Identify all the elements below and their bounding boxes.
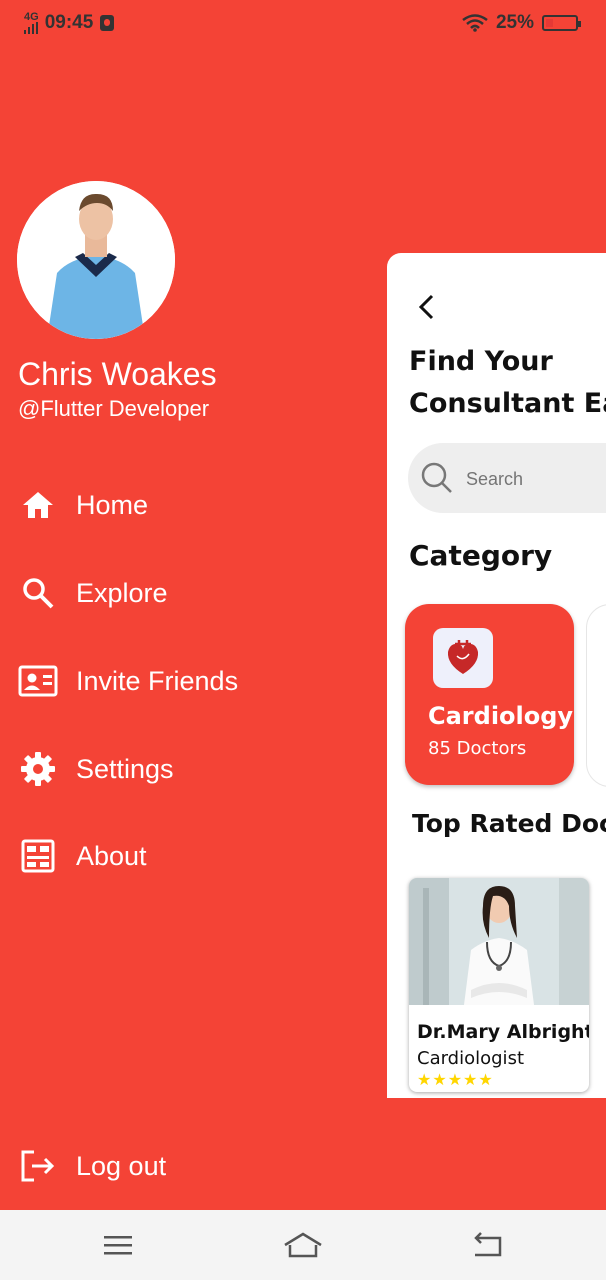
chevron-left-icon — [418, 294, 434, 320]
heart-icon — [433, 628, 493, 688]
avatar[interactable] — [17, 181, 175, 339]
search-bar[interactable] — [408, 443, 606, 513]
doctor-photo — [409, 878, 589, 1005]
main-screen-preview[interactable]: Find Your Consultant Eas Category Cardio… — [387, 253, 606, 1098]
profile-name: Chris Woakes — [18, 356, 217, 392]
drawer-item-label: Explore — [76, 577, 168, 608]
doctor-name: Dr.Mary Albright — [417, 1021, 589, 1043]
profile-handle: @Flutter Developer — [18, 396, 210, 421]
category-card-cardiology[interactable]: Cardiology 85 Doctors — [405, 604, 574, 785]
page-title-line-1: Find Your — [409, 346, 553, 377]
home-icon — [18, 485, 58, 525]
signal-bars-icon — [24, 21, 38, 34]
doctor-card[interactable]: Dr.Mary Albright Cardiologist ★★★★★ — [409, 878, 589, 1092]
logout-button[interactable]: Log out — [18, 1142, 166, 1190]
battery-fill — [546, 19, 553, 27]
search-icon — [420, 461, 454, 499]
category-card[interactable] — [586, 604, 606, 787]
category-label: Cardiology — [428, 702, 574, 730]
battery-icon — [542, 15, 581, 31]
doctor-specialty: Cardiologist — [417, 1048, 524, 1069]
search-icon — [18, 573, 58, 613]
wifi-icon — [462, 14, 488, 32]
back-nav-button[interactable] — [467, 1230, 507, 1260]
drawer-item-label: Settings — [76, 753, 174, 784]
page-title: Find Your Consultant Eas — [409, 341, 606, 425]
recent-apps-button[interactable] — [98, 1230, 138, 1260]
drawer-item-home[interactable]: Home — [18, 481, 148, 529]
home-outline-icon — [284, 1232, 322, 1258]
contact-card-icon — [18, 661, 58, 701]
drawer-item-label: About — [76, 840, 147, 871]
drawer-item-explore[interactable]: Explore — [18, 569, 168, 617]
logout-label: Log out — [76, 1150, 167, 1181]
back-arrow-icon — [474, 1232, 502, 1257]
menu-icon — [104, 1236, 132, 1255]
drawer-item-label: Home — [76, 489, 149, 520]
logout-icon — [18, 1146, 58, 1186]
status-bar: 4G 09:45 25% — [0, 0, 606, 48]
signal-indicator: 4G — [24, 10, 39, 34]
clock: 09:45 — [44, 12, 94, 33]
system-navigation-bar — [0, 1210, 606, 1280]
notification-icon — [100, 15, 115, 31]
drawer-item-invite-friends[interactable]: Invite Friends — [18, 657, 238, 705]
battery-percent: 25% — [495, 12, 534, 33]
category-count: 85 Doctors — [428, 738, 527, 759]
drawer-item-settings[interactable]: Settings — [18, 745, 174, 793]
home-button[interactable] — [283, 1230, 323, 1260]
drawer-item-label: Invite Friends — [76, 665, 239, 696]
top-rated-heading: Top Rated Docto — [412, 809, 606, 838]
dashboard-icon — [18, 836, 58, 876]
search-input[interactable] — [464, 463, 606, 495]
back-button[interactable] — [417, 293, 435, 325]
category-heading: Category — [409, 539, 553, 572]
network-type: 4G — [24, 10, 39, 23]
drawer-item-about[interactable]: About — [18, 832, 147, 880]
rating-stars: ★★★★★ — [417, 1070, 494, 1089]
page-title-line-2: Consultant Eas — [409, 388, 606, 419]
profile-photo — [17, 181, 175, 339]
gear-icon — [18, 749, 58, 789]
